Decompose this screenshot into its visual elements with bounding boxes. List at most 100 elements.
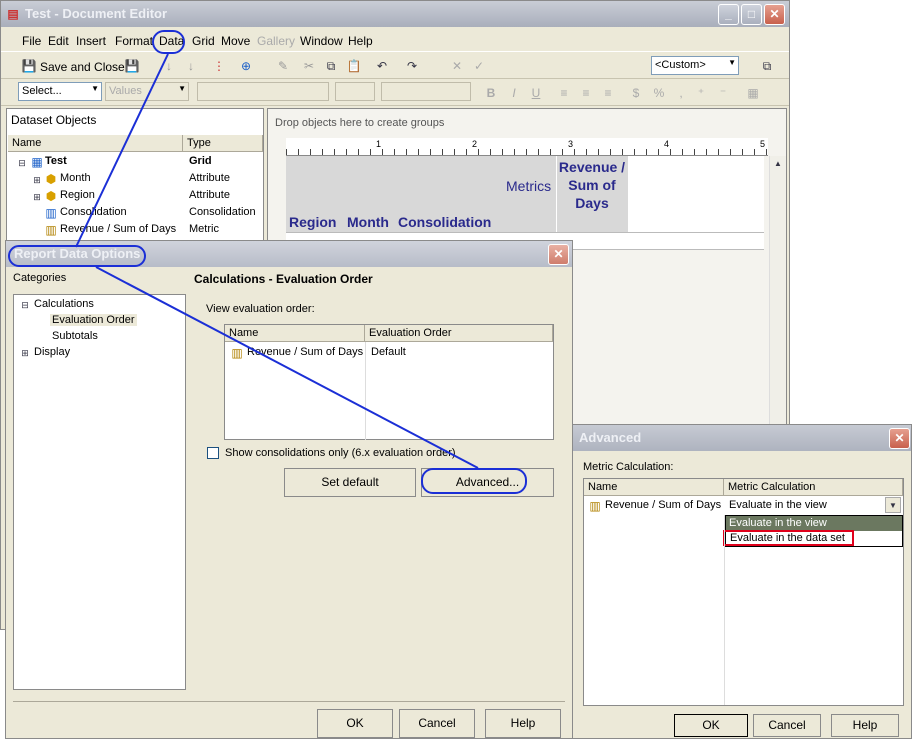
save-icon[interactable]: 💾 bbox=[21, 58, 37, 74]
row-header-consolidation[interactable]: Consolidation bbox=[398, 214, 491, 230]
close-button[interactable]: ✕ bbox=[548, 244, 569, 265]
help-button[interactable]: Help bbox=[831, 714, 899, 737]
drop-zone[interactable]: Drop objects here to create groups bbox=[275, 117, 444, 129]
menu-format[interactable]: Format bbox=[115, 34, 153, 48]
menu-edit[interactable]: Edit bbox=[48, 34, 69, 48]
categories-label: Categories bbox=[13, 272, 67, 284]
set-default-label: Set default bbox=[321, 475, 379, 489]
tree-item-region[interactable]: Region bbox=[60, 189, 95, 201]
check-icon[interactable]: ✓ bbox=[471, 58, 487, 74]
add-circle-icon[interactable]: ⊕ bbox=[238, 58, 254, 74]
tree-item-test[interactable]: Test bbox=[45, 155, 67, 167]
ok-label: OK bbox=[702, 718, 720, 732]
save-close-button[interactable]: Save and Close bbox=[40, 60, 125, 74]
bold-icon: B bbox=[486, 86, 496, 100]
cancel-button[interactable]: Cancel bbox=[753, 714, 821, 737]
highlight-data-menu bbox=[152, 30, 185, 54]
metric-header[interactable]: Revenue / Sum of Days bbox=[558, 158, 626, 212]
col-header-evaluation-order[interactable]: Evaluation Order bbox=[365, 325, 553, 342]
windows-icon[interactable]: ⧉ bbox=[759, 58, 775, 74]
col-header-name[interactable]: Name bbox=[225, 325, 365, 342]
ruler-mark-4: 4 bbox=[664, 139, 670, 149]
style-combo[interactable]: <Custom> ▼ bbox=[651, 56, 739, 75]
expand-icon[interactable]: ⊞ bbox=[17, 345, 33, 361]
set-default-button[interactable]: Set default bbox=[284, 468, 416, 497]
option-evaluate-data-set[interactable]: Evaluate in the data set bbox=[723, 530, 854, 546]
redo-icon[interactable]: ↷ bbox=[404, 58, 420, 74]
sort-asc-icon[interactable]: ↓ bbox=[161, 58, 177, 74]
row-header-month[interactable]: Month bbox=[347, 214, 389, 230]
align-left-icon: ≡ bbox=[560, 86, 568, 100]
close-button[interactable]: ✕ bbox=[889, 428, 910, 449]
paste-icon[interactable]: 📋 bbox=[346, 58, 362, 74]
dialog-divider bbox=[13, 701, 565, 702]
calc-row-name[interactable]: Revenue / Sum of Days bbox=[605, 499, 721, 511]
row-header-region[interactable]: Region bbox=[289, 214, 336, 230]
menu-grid[interactable]: Grid bbox=[192, 34, 215, 48]
type-metric: Metric bbox=[189, 223, 219, 235]
eval-row-name[interactable]: Revenue / Sum of Days bbox=[247, 346, 363, 358]
metric-icon: ▥ bbox=[231, 346, 243, 360]
type-region: Attribute bbox=[189, 189, 230, 201]
help-button[interactable]: Help bbox=[485, 709, 561, 738]
menu-window[interactable]: Window bbox=[300, 34, 343, 48]
minimize-button[interactable]: _ bbox=[718, 4, 739, 25]
sort-desc-icon[interactable]: ↓ bbox=[183, 58, 199, 74]
option-evaluate-view[interactable]: Evaluate in the view bbox=[726, 516, 902, 531]
tree-item-month[interactable]: Month bbox=[60, 172, 91, 184]
ruler-mark-2: 2 bbox=[472, 139, 478, 149]
attribute-icon: ⬢ bbox=[45, 172, 57, 186]
collapse-icon[interactable]: ⊟ bbox=[14, 155, 30, 171]
cancel-button[interactable]: Cancel bbox=[399, 709, 475, 738]
tree-display[interactable]: Display bbox=[34, 346, 70, 358]
eval-row-order[interactable]: Default bbox=[371, 346, 406, 358]
col-header-name[interactable]: Name bbox=[8, 135, 183, 152]
tree-subtotals[interactable]: Subtotals bbox=[52, 330, 98, 342]
save-disk-icon[interactable]: 💾 bbox=[124, 58, 140, 74]
undo-icon[interactable]: ↶ bbox=[374, 58, 390, 74]
advanced-dialog: Advanced ✕ Metric Calculation: Name Metr… bbox=[572, 424, 912, 739]
scroll-up-icon[interactable]: ▲ bbox=[770, 156, 786, 172]
underline-icon: U bbox=[531, 86, 541, 100]
copy-icon[interactable]: ⧉ bbox=[323, 58, 339, 74]
highlight-rdo-title bbox=[8, 245, 146, 267]
format-toolbar: Select... ▼ Values ▼ B I U ≡ ≡ ≡ $ % , ⁺ ⁻… bbox=[1, 80, 789, 106]
dataset-panel-title: Dataset Objects bbox=[11, 113, 97, 127]
calc-dropdown[interactable]: Evaluate in the view ▼ bbox=[725, 496, 903, 514]
ok-button[interactable]: OK bbox=[674, 714, 748, 737]
menu-bar: File Edit Insert Format Data Grid Move G… bbox=[1, 28, 789, 52]
menu-move[interactable]: Move bbox=[221, 34, 250, 48]
edit-icon[interactable]: ✎ bbox=[275, 58, 291, 74]
consolidations-checkbox-label[interactable]: Show consolidations only (6.x evaluation… bbox=[225, 447, 456, 459]
consolidations-checkbox[interactable] bbox=[207, 447, 219, 459]
menu-insert[interactable]: Insert bbox=[76, 34, 106, 48]
col-header-name[interactable]: Name bbox=[584, 479, 724, 496]
select-combo[interactable]: Select... ▼ bbox=[18, 82, 102, 101]
menu-file[interactable]: File bbox=[22, 34, 41, 48]
ok-button[interactable]: OK bbox=[317, 709, 393, 738]
menu-help[interactable]: Help bbox=[348, 34, 373, 48]
font-combo bbox=[197, 82, 329, 101]
tree-evaluation-order[interactable]: Evaluation Order bbox=[50, 314, 137, 326]
attribute-icon: ⬢ bbox=[45, 189, 57, 203]
evaluation-order-list[interactable]: Name Evaluation Order ▥ Revenue / Sum of… bbox=[224, 324, 554, 440]
tree-item-consolidation[interactable]: Consolidation bbox=[60, 206, 127, 218]
col-header-type[interactable]: Type bbox=[183, 135, 263, 152]
col-header-metric-calc[interactable]: Metric Calculation bbox=[724, 479, 903, 496]
grid-report[interactable]: Metrics Revenue / Sum of Days Region Mon… bbox=[286, 156, 764, 250]
cut-icon[interactable]: ✂ bbox=[301, 58, 317, 74]
calc-dropdown-value: Evaluate in the view bbox=[729, 499, 827, 511]
ok-label: OK bbox=[346, 716, 364, 730]
view-eval-label: View evaluation order: bbox=[206, 303, 315, 315]
cancel-label: Cancel bbox=[768, 718, 806, 732]
metric-icon: ▥ bbox=[45, 223, 57, 237]
close-button[interactable]: ✕ bbox=[764, 4, 785, 25]
tree-calculations[interactable]: Calculations bbox=[34, 298, 94, 310]
tree-item-metric[interactable]: Revenue / Sum of Days bbox=[60, 223, 176, 235]
collapse-icon[interactable]: ⊟ bbox=[17, 297, 33, 313]
metric-calc-list[interactable]: Name Metric Calculation ▥ Revenue / Sum … bbox=[583, 478, 904, 706]
delete-icon[interactable]: ✕ bbox=[449, 58, 465, 74]
maximize-button[interactable]: □ bbox=[741, 4, 762, 25]
chevron-down-icon[interactable]: ▼ bbox=[885, 497, 901, 513]
traffic-light-icon[interactable]: ⋮ bbox=[211, 58, 227, 74]
